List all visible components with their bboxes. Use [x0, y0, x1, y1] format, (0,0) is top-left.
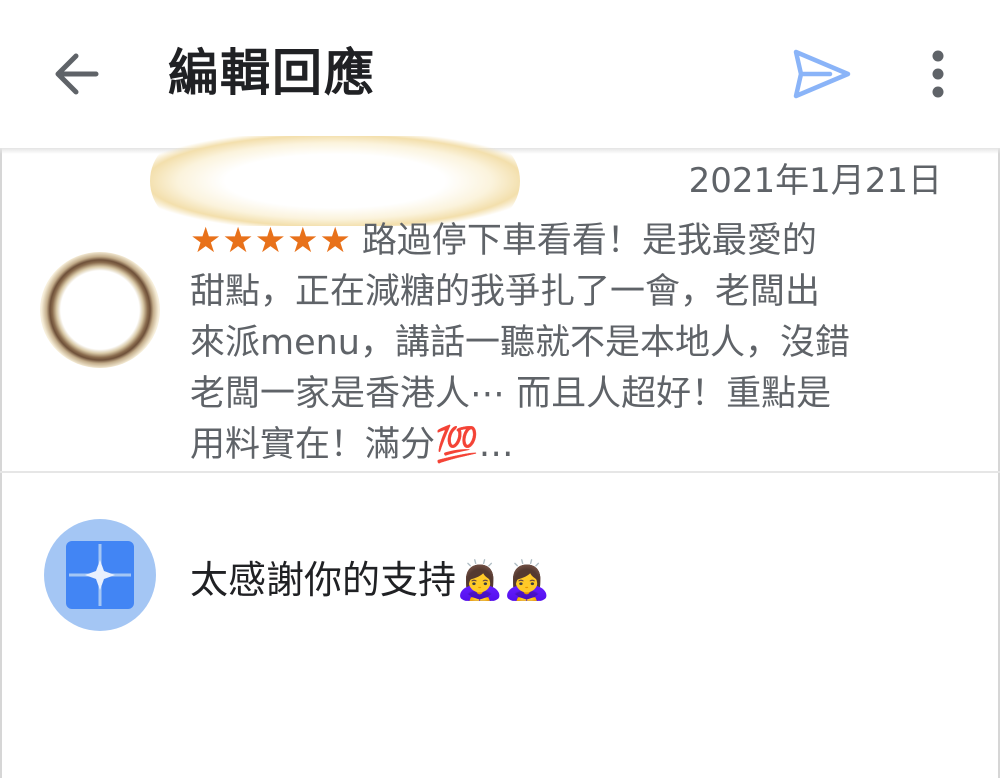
reply-text[interactable]: 太感謝你的支持🙇‍♀️🙇‍♀️: [190, 552, 551, 608]
review-text: ★★★★★ 路過停下車看看！是我最愛的 甜點，正在減糖的我爭扎了一會，老闆出 來派…: [190, 216, 950, 471]
more-vert-icon: [932, 50, 944, 98]
review-line: ★★★★★ 路過停下車看看！是我最愛的: [190, 216, 950, 267]
arrow-left-icon: [55, 53, 99, 95]
review-line: 甜點，正在減糖的我爭扎了一會，老闆出: [190, 272, 821, 312]
more-options-button[interactable]: [916, 44, 960, 104]
review-date: 2021年1月21日: [688, 161, 942, 201]
review-line: 老闆一家是香港人⋯ 而且人超好！重點是: [190, 374, 832, 414]
send-button[interactable]: [790, 44, 854, 104]
divider: [0, 471, 1000, 473]
star-rating: ★★★★★: [190, 221, 352, 261]
reviewer-avatar: [40, 252, 160, 368]
review-line: 來派menu，講話一聽就不是本地人，沒錯: [190, 323, 850, 363]
customer-review: 2021年1月21日 ★★★★★ 路過停下車看看！是我最愛的 甜點，正在減糖的我爭…: [0, 136, 1000, 472]
reviewer-name-redacted: [150, 136, 520, 226]
owner-avatar: [44, 519, 156, 631]
app-bar: 編輯回應: [0, 0, 1000, 148]
business-logo-icon: [66, 541, 134, 609]
send-icon: [793, 49, 851, 99]
review-line-text: 路過停下車看看！是我最愛的: [361, 221, 817, 261]
page-title: 編輯回應: [168, 44, 376, 102]
review-line: 用料實在！滿分💯…: [190, 425, 514, 465]
back-button[interactable]: [48, 46, 104, 102]
